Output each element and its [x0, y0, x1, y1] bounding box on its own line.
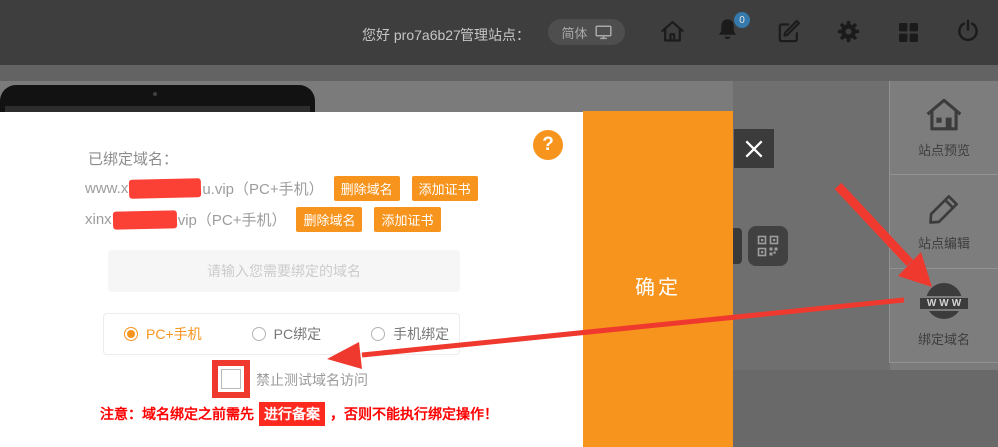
close-icon	[743, 138, 765, 160]
site-preview-home-icon	[923, 96, 965, 134]
qr-code-icon	[757, 235, 779, 257]
app-screen: 您好 pro7a6b27 管理站点： 简体 0	[0, 0, 998, 447]
radio-dot	[124, 327, 138, 341]
delete-domain-button[interactable]: 删除域名	[296, 207, 362, 232]
power-logout-icon[interactable]	[955, 18, 981, 44]
bind-domain-dialog: ? 已绑定域名： www.x u.vip（PC+手机） 删除域名 添加证书 xi…	[0, 112, 583, 447]
apps-grid-icon[interactable]	[896, 20, 920, 44]
hidden-button-edge	[733, 228, 742, 264]
bound-domain-row: xinx vip（PC+手机） 删除域名 添加证书	[85, 207, 441, 232]
site-edit-pencil-icon	[926, 191, 962, 227]
laptop-preview-image	[0, 85, 315, 112]
note-suffix: ，否则不能执行绑定操作！	[330, 404, 498, 424]
note-prefix: 注意：域名绑定之前需先	[100, 404, 254, 424]
add-certificate-button[interactable]: 添加证书	[374, 207, 440, 232]
domain-input[interactable]	[108, 250, 460, 292]
help-button[interactable]: ?	[533, 130, 563, 160]
domain-text-suffix: u.vip（PC+手机）	[202, 178, 323, 199]
radio-pc-bind[interactable]: PC绑定	[252, 324, 321, 344]
language-switch-button[interactable]: 简体	[548, 19, 625, 45]
dimmed-subheader-band	[0, 65, 998, 81]
radio-mobile-bind[interactable]: 手机绑定	[371, 324, 449, 344]
sidebar-item-site-edit[interactable]: 站点编辑	[890, 175, 998, 269]
radio-label: PC绑定	[274, 324, 321, 344]
laptop-camera-dot	[153, 92, 157, 96]
domain-text-prefix: www.x	[85, 180, 128, 197]
red-highlight-frame	[212, 360, 250, 398]
user-greeting: 您好 pro7a6b27	[362, 25, 461, 45]
domain-text-prefix: xinx	[85, 211, 112, 228]
qr-code-button[interactable]	[748, 226, 788, 266]
sidebar-item-site-preview[interactable]: 站点预览	[890, 81, 998, 175]
close-button[interactable]	[734, 129, 774, 168]
sidebar-label: 站点编辑	[918, 233, 970, 252]
red-scribble-redaction	[129, 178, 201, 199]
confirm-label: 确定	[583, 271, 733, 300]
dimmed-footer-region	[733, 370, 998, 447]
disable-test-domain-label: 禁止测试域名访问	[256, 370, 368, 390]
disable-test-domain-checkbox[interactable]	[221, 369, 241, 389]
top-header-bar: 您好 pro7a6b27 管理站点： 简体 0	[0, 0, 998, 65]
bound-domain-row: www.x u.vip（PC+手机） 删除域名 添加证书	[85, 176, 478, 201]
www-globe-icon: WWW	[920, 283, 968, 323]
radio-label: PC+手机	[146, 324, 202, 344]
action-sidebar: 站点预览 站点编辑 WWW 绑定域名	[889, 81, 998, 363]
binding-note: 注意：域名绑定之前需先 进行备案 ，否则不能执行绑定操作！	[100, 402, 498, 426]
bound-domains-label: 已绑定域名：	[88, 148, 178, 169]
domain-text-suffix: vip（PC+手机）	[178, 209, 287, 230]
radio-dot	[252, 327, 266, 341]
sidebar-label: 站点预览	[918, 140, 970, 159]
filing-record-link[interactable]: 进行备案	[259, 402, 325, 426]
edit-compose-icon[interactable]	[776, 18, 803, 45]
notifications-bell-icon[interactable]: 0	[714, 16, 741, 45]
monitor-icon	[595, 25, 612, 40]
radio-label: 手机绑定	[393, 324, 449, 344]
bind-type-radio-group: PC+手机 PC绑定 手机绑定	[103, 313, 460, 355]
add-certificate-button[interactable]: 添加证书	[412, 176, 478, 201]
radio-dot	[371, 327, 385, 341]
home-icon[interactable]	[659, 18, 686, 45]
red-scribble-redaction	[113, 210, 177, 229]
sidebar-item-bind-domain[interactable]: WWW 绑定域名	[890, 269, 998, 363]
confirm-button[interactable]: 确定	[583, 111, 733, 447]
settings-gear-icon[interactable]	[835, 18, 862, 45]
sidebar-label: 绑定域名	[918, 329, 970, 348]
www-globe-band: WWW	[920, 296, 968, 311]
radio-pc-and-mobile[interactable]: PC+手机	[124, 324, 202, 344]
notification-badge: 0	[734, 12, 750, 28]
language-label: 简体	[561, 23, 587, 42]
delete-domain-button[interactable]: 删除域名	[334, 176, 400, 201]
manage-site-label: 管理站点：	[460, 25, 530, 45]
